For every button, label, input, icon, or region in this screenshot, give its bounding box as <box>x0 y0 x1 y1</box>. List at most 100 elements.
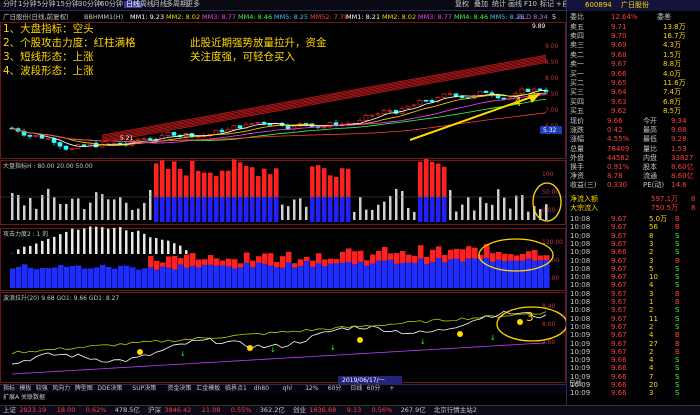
ma-value: MM1: 8.21 <box>346 13 381 21</box>
quote-cell: 8.5万 <box>663 106 682 115</box>
quote-cell: 10:08 <box>570 298 591 306</box>
period-tab[interactable]: 15分钟 <box>56 1 79 8</box>
status-item: 沪深 <box>148 406 161 414</box>
quote-cell: 10:08 <box>570 248 591 257</box>
toolbar-button[interactable]: 标记 <box>540 1 554 8</box>
quote-cell: 3 <box>649 256 654 265</box>
quote-cell: 10:09 <box>570 347 591 356</box>
signal-marker <box>137 349 143 355</box>
period-tab[interactable]: 1分钟 <box>18 1 36 8</box>
quote-cell: 买三 <box>570 88 584 97</box>
signal-marker <box>247 345 253 351</box>
period-tab[interactable]: 多周期 <box>166 1 187 8</box>
ma-value: MM3: 8.77 <box>418 13 453 21</box>
indicator-tab[interactable]: 较强 <box>36 386 48 392</box>
toolbar-button[interactable]: F10 <box>524 1 537 8</box>
status-item: 267.9亿 <box>400 406 426 414</box>
quote-cell: 10:08 <box>570 231 591 240</box>
quote-cell: 卖二 <box>570 50 584 59</box>
indicator-tab[interactable]: dh80 <box>254 386 269 392</box>
quote-cell: 9.68 <box>611 50 627 59</box>
bid-row: 买四 9.63 6.8万 <box>567 98 700 108</box>
quote-cell: 13.8万 <box>663 23 686 31</box>
quote-cell: 股本 <box>643 163 657 171</box>
indicator-tab[interactable]: 12% <box>305 386 318 392</box>
toolbar-button[interactable]: 统计 <box>492 1 506 8</box>
period-tab[interactable]: 5分钟 <box>37 1 55 8</box>
quote-cell: 12.64% <box>611 13 638 21</box>
quote-cell: 9.67 <box>611 322 627 331</box>
quote-cell: 9.67 <box>611 264 627 273</box>
trading-terminal: 分时 1分钟 5分钟 15分钟 30分钟 60分钟日线 周线 月线 多周期 更多 复权 叠加 统计 画线 F… <box>0 0 700 415</box>
quote-cell: 卖五 <box>570 23 584 31</box>
quote-cell: 11 <box>649 314 658 323</box>
quote-cell: 9.67 <box>611 289 627 298</box>
quote-cell: S <box>675 389 680 398</box>
quote-cell: 最高 <box>643 126 657 135</box>
indicator-tab[interactable]: 风向力 <box>52 386 70 392</box>
quote-cell: S <box>675 231 680 240</box>
status-item: 362.2亿 <box>259 406 285 414</box>
down-arrow-icon: ↓ <box>490 334 496 342</box>
quote-cell: 10:09 <box>570 364 591 373</box>
indicator-tab[interactable]: + <box>389 386 394 392</box>
period-tab[interactable]: 周线 <box>140 1 154 8</box>
quote-cell: 10:08 <box>570 289 591 298</box>
quote-cell: 27 <box>649 339 658 348</box>
quote-cell: 9.67 <box>611 223 627 232</box>
annotation-label-2: 2 <box>513 239 521 253</box>
period-tab[interactable]: 月线 <box>153 1 167 8</box>
quote-cell: 56 <box>649 223 658 232</box>
toolbar-button[interactable]: 复权 <box>455 1 469 8</box>
period-tab[interactable]: 60分钟 <box>100 1 123 8</box>
indicator-name: BBHMM1(H) <box>84 13 124 21</box>
quote-cell: 9.34 <box>671 117 687 125</box>
quote-cell: 9.66 <box>611 381 627 389</box>
moving-average-line <box>11 112 547 142</box>
indicator-tab[interactable]: 临界点1 <box>225 386 247 392</box>
indicator-tab[interactable]: DDE决策 <box>97 386 122 392</box>
period-tab[interactable]: 30分钟 <box>78 1 101 8</box>
annotation-line: 关注度强，可轻仓买入 <box>190 51 295 63</box>
toolbar-button[interactable]: 叠加 <box>474 1 488 8</box>
stock-name: 广日股份 <box>621 1 649 9</box>
indicator-tab[interactable]: 60分 <box>367 386 381 392</box>
indicator-tab[interactable]: SUP决策 <box>132 386 156 392</box>
period-tab[interactable]: 更多 <box>186 1 200 8</box>
status-item: 1636.68 <box>309 406 337 414</box>
panel-frame <box>0 292 566 383</box>
quote-cell: S <box>675 239 680 248</box>
ask-row: 卖三 9.69 4.3万 <box>567 42 700 51</box>
indicator-tab[interactable]: 日线 <box>350 386 362 392</box>
indicator-tab[interactable]: 牌型图 <box>75 386 93 392</box>
indicator-tab[interactable]: 汇金模板 <box>196 386 220 392</box>
bld-count: 5 <box>552 13 557 21</box>
quote-cell: S <box>675 248 680 257</box>
quote-cell: 10:09 <box>570 389 591 398</box>
quote-cell: 内盘 <box>643 153 657 162</box>
quote-cell: 14.6 <box>671 181 687 190</box>
indicator-tab[interactable]: 60分 <box>328 386 342 392</box>
status-item: 2923.19 <box>19 406 47 414</box>
annotation-line: 此股近期强势放量拉升，资金 <box>190 37 327 49</box>
quote-cell: PE(动) <box>643 181 665 190</box>
stat-row: 总量 78409 量比 1.53 <box>567 145 700 155</box>
quote-cell: 3 <box>649 239 654 248</box>
indicator-tab[interactable]: 资金决策 <box>167 386 191 392</box>
indicator-tab[interactable]: 指标 <box>3 386 15 392</box>
quote-cell: 9.67 <box>611 347 627 356</box>
side-tab[interactable]: 日线 <box>569 380 582 387</box>
quote-cell: 9.66 <box>611 70 627 78</box>
quote-cell: 10:08 <box>570 223 591 232</box>
quote-cell: 9.66 <box>611 356 627 365</box>
stock-code: 600894 <box>585 1 612 9</box>
toolbar-button[interactable]: 画线 <box>508 1 522 8</box>
quote-cell: 4 <box>649 364 654 373</box>
quote-cell: 1 <box>649 298 654 306</box>
extension-label: 扩展A 关联数据 <box>3 394 46 401</box>
status-item: 0.56% <box>371 406 393 414</box>
quote-cell: 10:08 <box>570 314 591 323</box>
period-tab[interactable]: 分时 <box>3 1 17 8</box>
indicator-tab[interactable]: 模板 <box>19 386 31 392</box>
indicator-tab[interactable]: qhl <box>283 386 292 392</box>
